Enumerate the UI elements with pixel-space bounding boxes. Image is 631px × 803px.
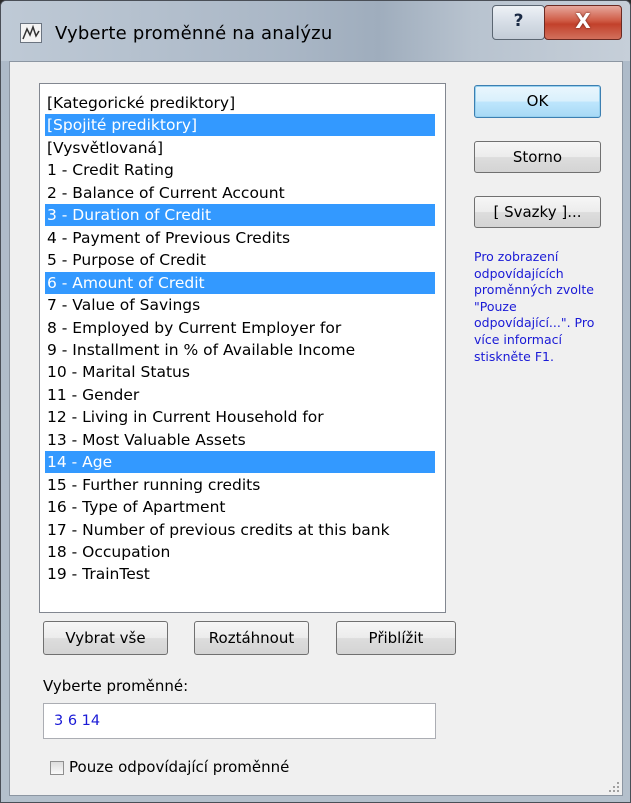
list-item[interactable]: 16 - Type of Apartment [45,496,435,518]
list-item[interactable]: 13 - Most Valuable Assets [45,429,435,451]
dialog-body: [Kategorické prediktory] [Spojité predikt… [9,61,623,796]
bundles-button[interactable]: [ Svazky ]... [474,196,601,228]
select-all-button[interactable]: Vybrat vše [43,621,168,655]
dialog-window: Vyberte proměnné na analýzu ? X [Kategor… [0,0,631,803]
window-title: Vyberte proměnné na analýzu [55,23,333,44]
list-item[interactable]: 12 - Living in Current Household for [45,406,435,428]
list-item[interactable]: 2 - Balance of Current Account [45,182,435,204]
close-button[interactable]: X [544,5,622,40]
list-item[interactable]: 11 - Gender [45,384,435,406]
filter-checkbox[interactable] [50,761,64,775]
selected-variables-input[interactable]: 3 6 14 [43,703,436,739]
filter-checkbox-label[interactable]: Pouze odpovídající proměnné [69,758,289,776]
hint-text: Pro zobrazení odpovídajících proměnných … [474,249,595,364]
list-item[interactable]: 1 - Credit Rating [45,159,435,181]
list-item[interactable]: 19 - TrainTest [45,563,435,585]
list-item[interactable]: 17 - Number of previous credits at this … [45,519,435,541]
zoom-button[interactable]: Přiblížit [336,621,456,655]
variable-listbox[interactable]: [Kategorické prediktory] [Spojité predikt… [39,83,446,613]
selection-label: Vyberte proměnné: [43,677,189,695]
list-item[interactable]: 3 - Duration of Credit [45,204,435,227]
ok-button[interactable]: OK [474,85,601,118]
list-item[interactable]: 7 - Value of Savings [45,294,435,316]
list-item[interactable]: [Vysvětlovaná] [45,137,435,159]
list-item[interactable]: [Kategorické prediktory] [45,92,435,114]
resize-grip-icon[interactable] [608,781,620,793]
list-item[interactable]: 6 - Amount of Credit [45,271,435,294]
list-item[interactable]: 9 - Installment in % of Available Income [45,339,435,361]
list-item[interactable]: 14 - Age [45,451,435,474]
cancel-button[interactable]: Storno [474,141,601,173]
expand-button[interactable]: Roztáhnout [194,621,309,655]
list-item[interactable]: [Spojité prediktory] [45,114,435,137]
list-item[interactable]: 8 - Employed by Current Employer for [45,317,435,339]
title-bar[interactable]: Vyberte proměnné na analýzu ? X [1,1,630,61]
list-item[interactable]: 15 - Further running credits [45,474,435,496]
list-item[interactable]: 10 - Marital Status [45,361,435,383]
app-icon [20,23,42,43]
list-item[interactable]: 5 - Purpose of Credit [45,249,435,271]
list-item[interactable]: 4 - Payment of Previous Credits [45,227,435,249]
list-item[interactable]: 18 - Occupation [45,541,435,563]
help-button[interactable]: ? [492,5,545,40]
